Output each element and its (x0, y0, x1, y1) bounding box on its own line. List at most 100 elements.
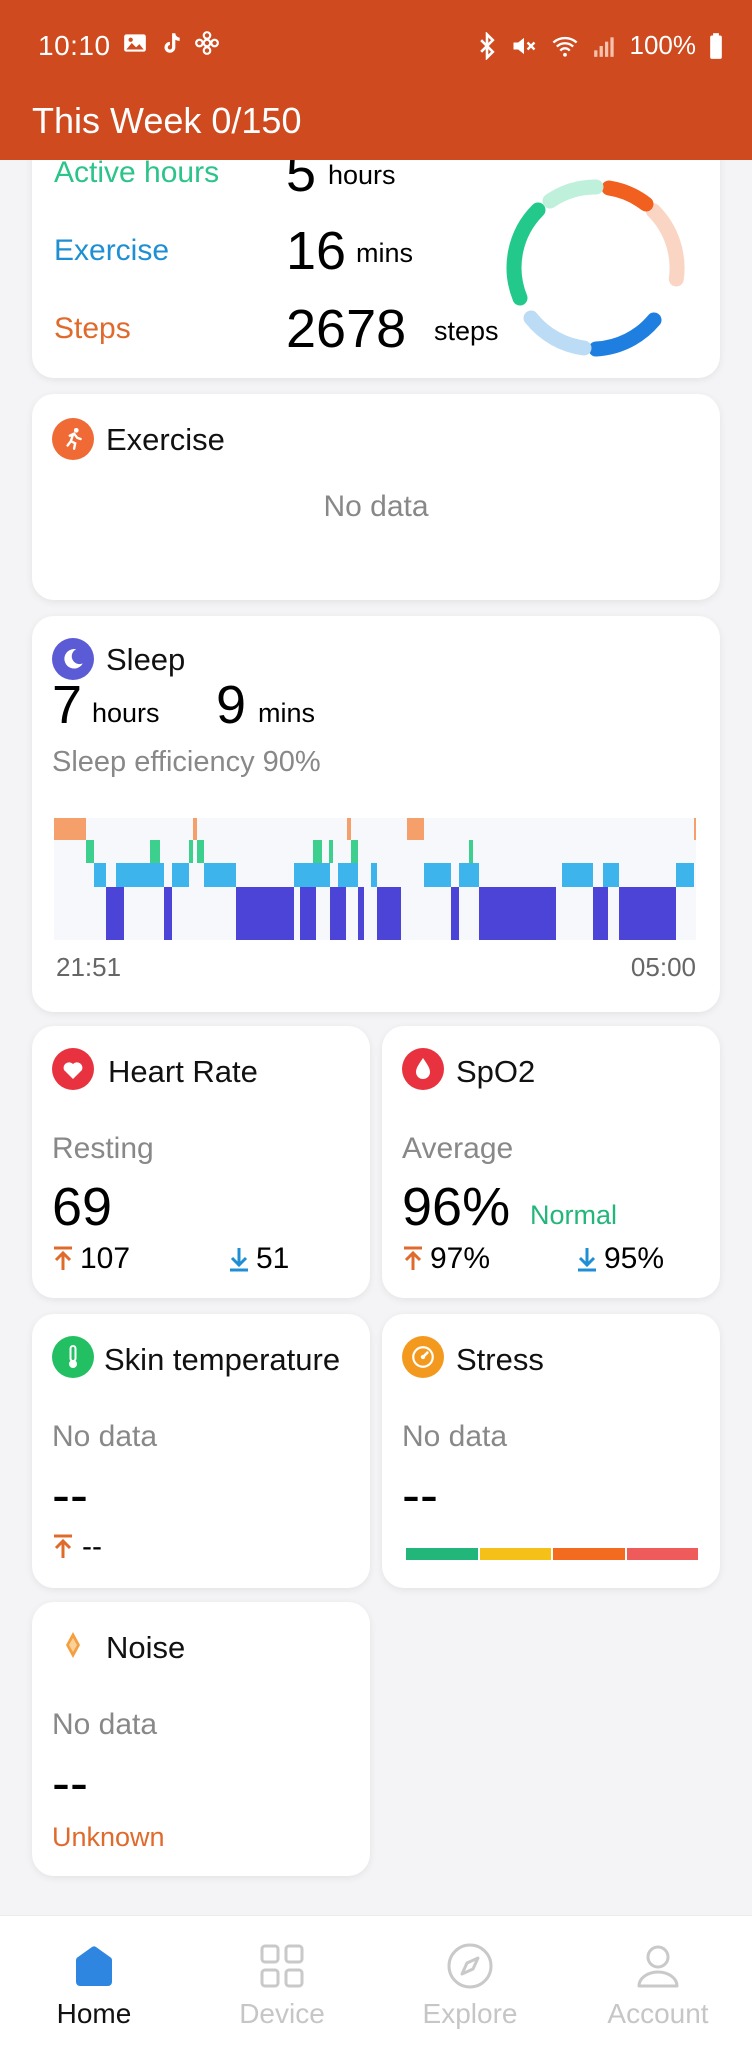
blood-drop-icon (402, 1048, 444, 1090)
active-hours-label: Active hours (54, 160, 220, 189)
arrow-up-icon (54, 1246, 72, 1270)
grid-icon (260, 1944, 304, 1988)
stress-card[interactable]: Stress No data -- (382, 1314, 720, 1588)
sleep-hours: 7 (52, 675, 83, 735)
running-icon (52, 418, 94, 460)
noise-icon (54, 1626, 92, 1664)
nav-explore[interactable]: Explore (376, 1916, 564, 2048)
sleep-card[interactable]: Sleep 7 hours 9 mins Sleep efficiency 90… (32, 616, 720, 1012)
active-hours-unit: hours (328, 160, 396, 190)
ring-blue-light (523, 310, 592, 356)
dashboard-scroll[interactable]: Active hours 5 hours Exercise 16 mins St… (0, 160, 752, 1915)
steps-label: Steps (54, 312, 131, 345)
app-header: This Week 0/150 (0, 94, 752, 160)
ring-green-light (542, 179, 604, 209)
steps-value: 2678 (286, 299, 407, 359)
noise-no-data: No data (52, 1708, 158, 1741)
ring-blue (588, 312, 662, 357)
nav-device-label: Device (239, 1998, 325, 2029)
nav-explore-label: Explore (422, 1998, 518, 2029)
wifi-icon (552, 36, 577, 57)
noise-title: Noise (106, 1630, 186, 1665)
skin-temperature-max: -- (52, 1530, 102, 1564)
status-time: 10:10 (38, 30, 111, 61)
steps-unit: steps (434, 316, 499, 346)
sleep-efficiency: Sleep efficiency 90% (52, 746, 321, 778)
skin-temperature-title: Skin temperature (104, 1342, 341, 1377)
exercise-card[interactable]: Exercise No data (32, 394, 720, 600)
nav-device[interactable]: Device (188, 1916, 376, 2048)
ring-orange-light (645, 203, 685, 287)
exercise-unit: mins (356, 238, 414, 268)
tiktok-icon (164, 33, 180, 53)
weekly-goal-title: This Week 0/150 (32, 100, 302, 141)
ring-orange (601, 180, 654, 212)
sleep-mins: 9 (216, 675, 247, 735)
battery-icon (710, 32, 722, 59)
stress-bar-medium (553, 1548, 625, 1560)
nav-home-label: Home (56, 1998, 132, 2029)
spo2-value: 96% (402, 1177, 511, 1237)
noise-card[interactable]: Noise No data -- Unknown (32, 1602, 370, 1876)
spo2-card[interactable]: SpO2 Average 96% Normal 97% 95% (382, 1026, 720, 1298)
activity-ring-chart (506, 179, 685, 357)
stress-level-bar (406, 1548, 698, 1560)
bluetooth-icon (479, 31, 495, 60)
exercise-no-data: No data (323, 490, 429, 523)
active-hours-value: 5 (286, 160, 317, 203)
heart-rate-value: 69 (52, 1177, 113, 1237)
heart-rate-card[interactable]: Heart Rate Resting 69 107 51 (32, 1026, 370, 1298)
mute-icon (513, 37, 535, 54)
pinwheel-icon (195, 31, 219, 55)
ring-green (506, 202, 546, 306)
arrow-down-icon (578, 1248, 596, 1272)
nav-account[interactable]: Account (564, 1916, 752, 2048)
sleep-duration: 7 hours 9 mins (52, 674, 452, 735)
thermometer-icon (52, 1336, 94, 1378)
activity-card[interactable]: Active hours 5 hours Exercise 16 mins St… (32, 160, 720, 378)
spo2-min: 95% (576, 1242, 664, 1276)
system-icons: 100% (476, 30, 725, 61)
gauge-icon (402, 1336, 444, 1378)
sleep-stage-chart (54, 818, 696, 940)
exercise-label: Exercise (54, 234, 170, 267)
arrow-up-icon (404, 1246, 422, 1270)
noise-value: -- (52, 1753, 88, 1813)
spo2-status: Normal (530, 1200, 618, 1230)
spo2-sub: Average (402, 1132, 514, 1165)
bottom-navigation: Home Device Explore Account (0, 1915, 752, 2048)
skin-temperature-card[interactable]: Skin temperature No data -- -- (32, 1314, 370, 1588)
signal-icon (593, 36, 614, 57)
compass-icon (447, 1943, 493, 1989)
sleep-mins-unit: mins (258, 698, 316, 728)
stress-no-data: No data (402, 1420, 508, 1453)
noise-status: Unknown (52, 1822, 165, 1852)
heart-rate-sub: Resting (52, 1132, 154, 1165)
nav-account-label: Account (607, 1998, 709, 2029)
exercise-value: 16 (286, 221, 347, 281)
arrow-down-icon (230, 1248, 248, 1272)
stress-bar-normal (479, 1548, 551, 1560)
stress-title: Stress (456, 1342, 544, 1377)
sleep-end-time: 05:00 (630, 952, 696, 982)
skin-temperature-no-data: No data (52, 1420, 158, 1453)
active-hours-row: Active hours 5 hours (54, 160, 454, 206)
home-icon (76, 1946, 112, 1986)
skin-temperature-value: -- (52, 1465, 88, 1525)
gallery-icon (124, 34, 146, 52)
notification-icons (122, 30, 220, 56)
spo2-max: 97% (402, 1242, 490, 1276)
heart-rate-max: 107 (52, 1242, 130, 1276)
status-bar: 10:10 100% (0, 0, 752, 94)
arrow-up-icon (54, 1534, 72, 1558)
sleep-hours-unit: hours (92, 698, 160, 728)
stress-bar-relaxed (406, 1548, 478, 1560)
exercise-row: Exercise 16 mins (54, 221, 454, 284)
heart-rate-min: 51 (228, 1242, 289, 1276)
nav-home[interactable]: Home (0, 1916, 188, 2048)
spo2-title: SpO2 (456, 1054, 536, 1089)
stress-bar-high (626, 1548, 698, 1560)
sleep-card-title: Sleep (106, 642, 186, 677)
battery-percent: 100% (629, 30, 697, 60)
stress-value: -- (402, 1465, 438, 1525)
